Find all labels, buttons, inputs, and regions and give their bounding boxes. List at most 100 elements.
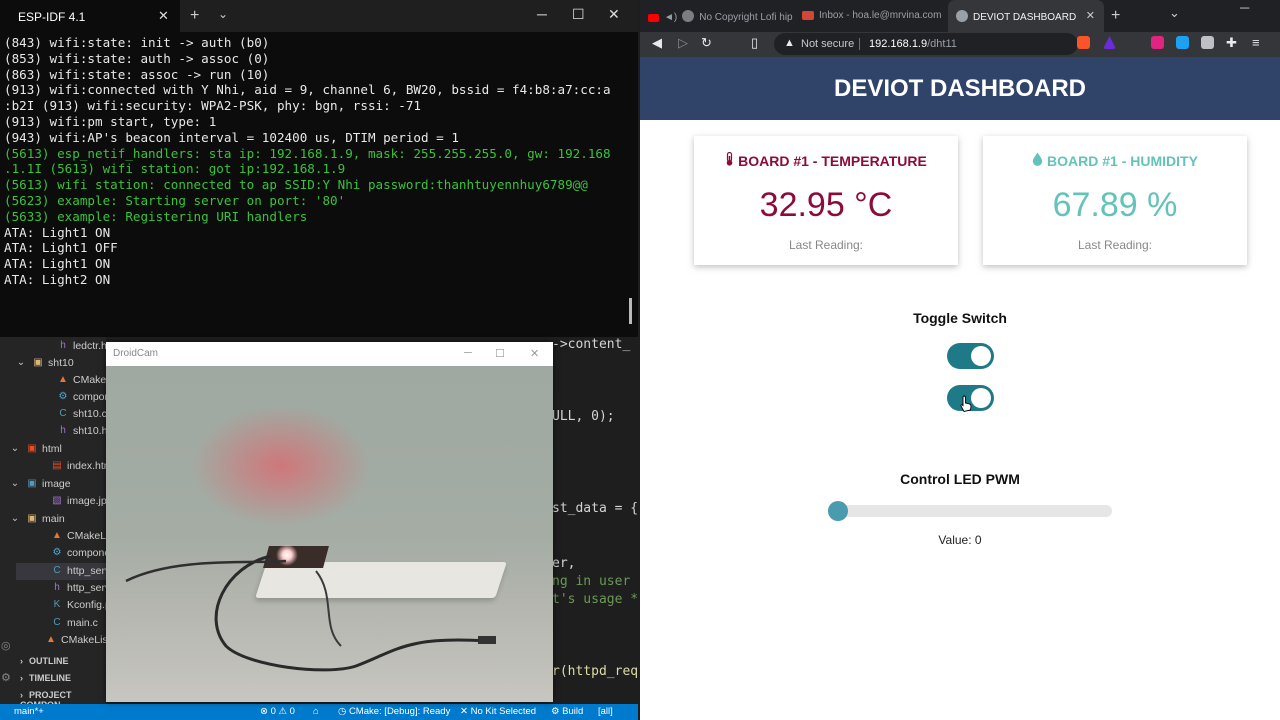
new-tab-icon[interactable]: + — [1111, 7, 1120, 25]
image-folder-icon: ▣ — [27, 478, 37, 489]
header-file-icon: h — [60, 340, 66, 351]
back-icon[interactable]: ◀ — [652, 35, 662, 51]
chevron-down-icon[interactable]: ⌄ — [218, 7, 228, 21]
address-bar[interactable]: ▲ Not secure 192.168.1.9/dht11 — [774, 33, 1078, 55]
tree-item-label: http_serv — [67, 564, 111, 577]
tree-item[interactable]: K Kconfig.p — [50, 596, 111, 613]
terminal-line: (853) wifi:state: auth -> assoc (0) — [4, 50, 270, 66]
browser-tab-youtube[interactable]: ◄) No Copyright Lofi hip — [648, 0, 798, 32]
tree-item[interactable]: Csht10.c — [56, 405, 106, 422]
extension-icon[interactable] — [1176, 36, 1189, 49]
terminal-line: (5623) example: Starting server on port:… — [4, 192, 346, 208]
bookmark-icon[interactable]: ▯ — [751, 35, 758, 51]
tree-item[interactable]: ⚙ compone — [50, 544, 111, 561]
tab-search-icon[interactable]: ⌄ — [1169, 5, 1180, 21]
url-path: /dht11 — [927, 38, 957, 50]
header-file-icon: h — [54, 582, 60, 593]
reader-icon[interactable] — [1201, 36, 1214, 49]
tree-item[interactable]: Chttp_serv — [50, 562, 110, 579]
terminal-window: ESP-IDF 4.1 ✕ + ⌄ ─ ☐ ✕ (843) wifi:state… — [0, 0, 638, 337]
tree-item-label: sht10 — [48, 356, 74, 369]
terminal-line: ATA: Light2 ON — [4, 271, 111, 287]
browser-tab-dashboard[interactable]: DEVIOT DASHBOARD ✕ — [948, 0, 1104, 32]
terminal-scrollbar[interactable] — [629, 298, 632, 324]
close-window-icon[interactable]: ✕ — [530, 347, 539, 360]
reload-icon[interactable]: ↻ — [701, 35, 712, 51]
pwm-value-text: Value: 0 — [938, 533, 982, 547]
cmake-icon: ▲ — [52, 530, 62, 541]
minimize-icon[interactable]: ─ — [537, 6, 547, 22]
chevron-down-icon: ⌄ — [10, 478, 20, 489]
close-tab-icon[interactable]: ✕ — [1086, 9, 1095, 22]
tree-item[interactable]: ⌄ ▣ html — [8, 440, 62, 457]
new-tab-icon[interactable]: + — [190, 7, 199, 25]
extensions-puzzle-icon[interactable]: ✚ — [1226, 35, 1237, 51]
tree-item-label: sht10.h — [73, 424, 108, 437]
close-window-icon[interactable]: ✕ — [608, 6, 620, 23]
maximize-icon[interactable]: ☐ — [572, 6, 585, 23]
tree-item[interactable]: h http_serv — [50, 579, 110, 596]
temperature-value: 32.95 °C — [759, 186, 893, 224]
cmake-icon: ▲ — [58, 374, 68, 385]
outline-section[interactable]: › OUTLINE — [20, 656, 69, 666]
settings-icon[interactable]: ⚙ — [1, 671, 11, 684]
forward-icon[interactable]: ▷ — [678, 35, 688, 51]
menu-icon[interactable]: ≡ — [1252, 35, 1260, 50]
chevron-right-icon: › — [20, 690, 23, 700]
kconfig-icon: K — [53, 599, 61, 610]
mute-icon[interactable]: ◄) — [664, 12, 677, 23]
pwm-slider-thumb[interactable] — [828, 501, 848, 521]
security-label[interactable]: Not secure — [801, 38, 854, 50]
tree-item[interactable]: ⌄ ▣ sht10 — [14, 354, 74, 371]
tree-item-label: Kconfig.p — [67, 598, 111, 611]
terminal-tab[interactable]: ESP-IDF 4.1 ✕ — [0, 0, 180, 32]
url-text[interactable]: 192.168.1.9/dht11 — [869, 38, 957, 50]
tree-item[interactable]: ▧ image.jpg — [50, 492, 112, 509]
humidity-card-title: BOARD #1 - HUMIDITY — [983, 152, 1247, 169]
terminal-output[interactable]: (843) wifi:state: init -> auth (b0) (853)… — [0, 35, 638, 335]
cmake-status-text: CMake: [Debug]: Ready — [348, 706, 451, 717]
browser-tab-gmail[interactable]: Inbox - hoa.le@mrvina.com — [802, 0, 952, 32]
tree-item[interactable]: ⌄ ▣ main — [8, 510, 65, 527]
terminal-line: ATA: Light1 OFF — [4, 240, 118, 256]
tree-item[interactable]: Cmain.c — [50, 614, 98, 631]
timeline-label: TIMELINE — [29, 673, 71, 683]
maximize-icon[interactable]: ☐ — [495, 347, 505, 360]
pwm-slider-track[interactable] — [828, 505, 1112, 517]
terminal-line: (5613) esp_netif_handlers: sta ip: 192.1… — [4, 145, 611, 161]
extension-icon[interactable] — [1151, 36, 1164, 49]
tree-item[interactable]: h ledctr.h — [56, 337, 107, 354]
problems-indicator[interactable]: ⊗ 0 ⚠ 0 — [260, 706, 295, 717]
build-button[interactable]: ⚙ Build — [551, 706, 583, 717]
brave-shield-icon[interactable] — [1077, 36, 1090, 49]
timeline-section[interactable]: › TIMELINE — [20, 673, 71, 683]
tree-item[interactable]: ▲ CMakeLi — [50, 527, 108, 544]
tree-item[interactable]: ⌄ ▣ image — [8, 475, 71, 492]
divider — [859, 38, 860, 50]
brave-rewards-icon[interactable] — [1103, 36, 1116, 49]
build-target[interactable]: [all] — [598, 706, 613, 717]
tree-item[interactable]: ▲ CMakeList — [44, 631, 111, 648]
tree-item[interactable]: ▤ index.htm — [50, 457, 112, 474]
gear-icon: ⚙ — [58, 391, 68, 402]
tree-item[interactable]: h sht10.h — [56, 422, 107, 439]
html-file-icon: ▤ — [52, 460, 62, 471]
humidity-card: BOARD #1 - HUMIDITY 67.89 % Last Reading… — [983, 136, 1247, 265]
code-line: ng in user — [552, 574, 631, 589]
account-icon[interactable]: ◎ — [1, 639, 11, 652]
chevron-right-icon: › — [20, 673, 23, 683]
terminal-line: (863) wifi:state: assoc -> run (10) — [4, 66, 270, 82]
minimize-icon[interactable]: ─ — [464, 347, 472, 359]
kit-selector[interactable]: ✕ No Kit Selected — [460, 706, 536, 717]
folder-icon: ▣ — [33, 357, 43, 368]
minimize-icon[interactable]: ─ — [1240, 0, 1249, 15]
code-editor[interactable]: ->content_ ULL, 0); st_data = {er, ng in us… — [552, 337, 638, 720]
cmake-status[interactable]: ◷ CMake: [Debug]: Ready — [338, 706, 450, 717]
light1-toggle-switch[interactable] — [947, 343, 994, 369]
home-icon[interactable]: ⌂ — [313, 706, 319, 717]
branch-indicator[interactable]: main*+ — [14, 706, 44, 717]
close-tab-icon[interactable]: ✕ — [158, 8, 169, 24]
image-file-icon: ▧ — [52, 495, 62, 506]
tree-item[interactable]: ⚙ compon — [56, 388, 111, 405]
warning-icon[interactable]: ▲ — [784, 37, 795, 49]
